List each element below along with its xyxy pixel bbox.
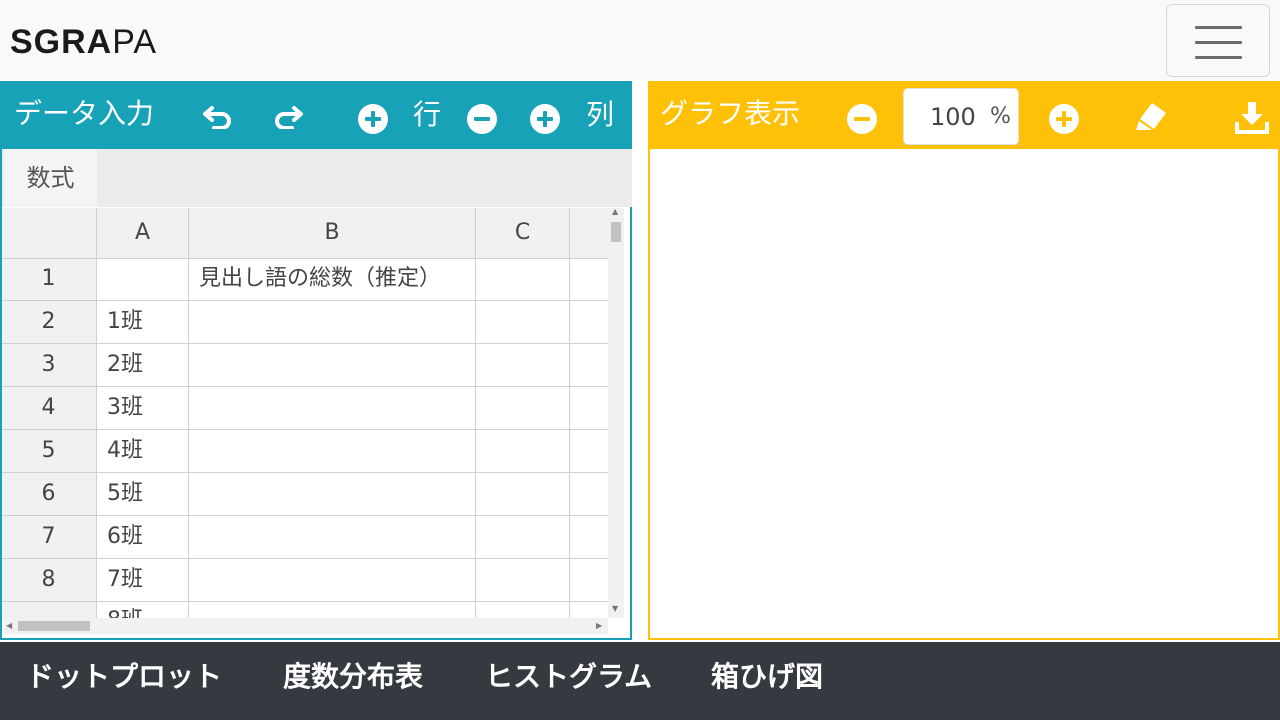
logo-text-bold: SGRA	[10, 23, 113, 61]
remove-row-button[interactable]	[467, 104, 497, 134]
app-logo[interactable]: SGRAPA	[10, 22, 157, 62]
formula-bar: 数式	[2, 149, 632, 207]
nav-frequency-table[interactable]: 度数分布表	[283, 660, 423, 694]
zoom-unit: %	[990, 104, 1011, 129]
row-header[interactable]: 3	[2, 353, 95, 377]
spreadsheet-grid[interactable]: A B C 1 見出し語の総数（推定） 2 1班 3 2班 4 3班 5 4班 …	[2, 208, 608, 618]
graph-toolbar: グラフ表示 100 %	[650, 81, 1280, 149]
redo-icon[interactable]	[272, 105, 304, 129]
scroll-left-arrow-icon[interactable]: ◀	[6, 621, 12, 630]
column-header-b[interactable]: B	[189, 221, 475, 245]
scrollbar-thumb[interactable]	[18, 621, 90, 631]
vertical-scrollbar[interactable]: ▲ ▼	[608, 207, 624, 618]
nav-dot-plot[interactable]: ドットプロット	[26, 660, 222, 694]
undo-icon[interactable]	[202, 105, 234, 129]
top-navbar: SGRAPA	[0, 0, 1280, 80]
horizontal-scrollbar[interactable]: ◀ ▶	[4, 618, 608, 634]
hamburger-line	[1195, 41, 1242, 44]
data-panel-title: データ入力	[14, 97, 155, 130]
data-input-panel: データ入力 行 列 数式 A B C 1 見出し語の総数（推定） 2 1班 3 …	[0, 81, 632, 640]
row-header[interactable]: 8	[2, 568, 95, 592]
graph-display-panel: グラフ表示 100 %	[648, 81, 1280, 640]
row-header[interactable]: 1	[2, 267, 95, 291]
graph-panel-title: グラフ表示	[660, 97, 801, 130]
data-toolbar: データ入力 行 列	[2, 81, 632, 149]
row-header[interactable]: 5	[2, 439, 95, 463]
hamburger-line	[1195, 56, 1242, 59]
row-label: 行	[413, 98, 442, 131]
column-header-a[interactable]: A	[97, 221, 188, 245]
logo-text-light: PA	[112, 23, 158, 61]
nav-histogram[interactable]: ヒストグラム	[485, 660, 652, 694]
row-header[interactable]: 2	[2, 310, 95, 334]
download-icon[interactable]	[1234, 100, 1270, 134]
table-cell[interactable]: 4班	[107, 439, 143, 463]
table-cell[interactable]: 8班	[107, 609, 143, 619]
table-cell[interactable]: 見出し語の総数（推定）	[199, 267, 441, 291]
table-cell[interactable]: 3班	[107, 396, 143, 420]
nav-box-plot[interactable]: 箱ひげ図	[711, 660, 823, 694]
scroll-down-arrow-icon[interactable]: ▼	[612, 604, 618, 613]
table-cell[interactable]: 1班	[107, 310, 143, 334]
row-header[interactable]: 4	[2, 396, 95, 420]
pencil-icon[interactable]	[1132, 101, 1170, 131]
zoom-input[interactable]: 100 %	[903, 88, 1019, 145]
column-label: 列	[586, 98, 615, 131]
row-header[interactable]: 6	[2, 482, 95, 506]
scroll-right-arrow-icon[interactable]: ▶	[596, 621, 602, 630]
graph-canvas[interactable]	[650, 149, 1278, 638]
table-cell[interactable]: 7班	[107, 568, 143, 592]
add-row-button[interactable]	[358, 104, 388, 134]
scrollbar-thumb[interactable]	[611, 222, 621, 242]
table-cell[interactable]: 2班	[107, 353, 143, 377]
table-cell[interactable]: 5班	[107, 482, 143, 506]
formula-input[interactable]	[97, 149, 632, 207]
zoom-out-button[interactable]	[847, 104, 877, 134]
zoom-in-button[interactable]	[1049, 104, 1079, 134]
hamburger-line	[1195, 26, 1242, 29]
bottom-nav-bar: ドットプロット 度数分布表 ヒストグラム 箱ひげ図	[0, 642, 1280, 720]
add-column-button[interactable]	[530, 104, 560, 134]
zoom-value: 100	[930, 103, 976, 131]
scroll-up-arrow-icon[interactable]: ▲	[612, 207, 618, 216]
column-header-c[interactable]: C	[476, 221, 569, 245]
menu-toggle-button[interactable]	[1166, 4, 1270, 77]
formula-label: 数式	[4, 149, 97, 207]
table-cell[interactable]: 6班	[107, 525, 143, 549]
row-header[interactable]: 7	[2, 525, 95, 549]
